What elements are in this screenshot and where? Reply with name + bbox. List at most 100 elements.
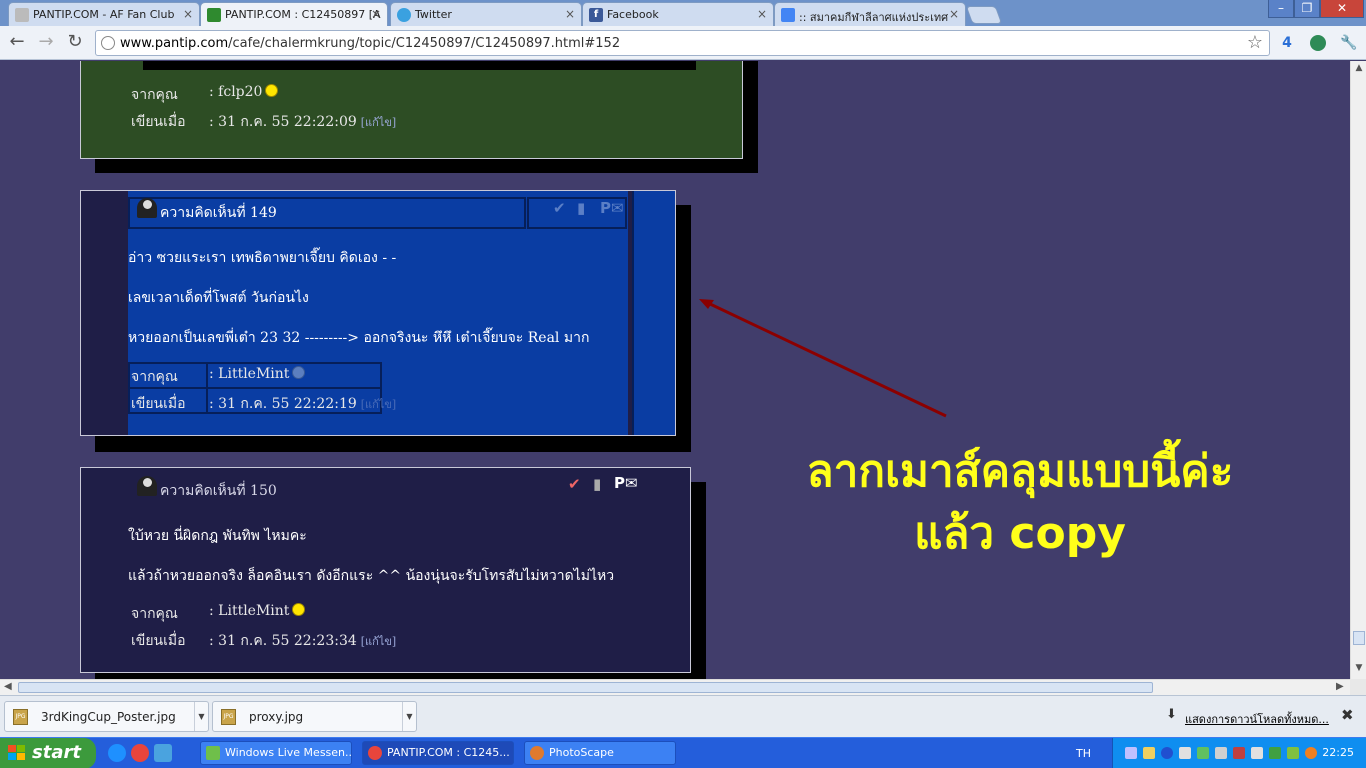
address-bar[interactable]: www.pantip.com/cafe/chalermkrung/topic/C… bbox=[95, 30, 1270, 56]
edit-link[interactable]: [แก้ไข] bbox=[361, 398, 396, 411]
bookmark-star-icon[interactable]: ☆ bbox=[1247, 32, 1263, 53]
avatar-icon bbox=[137, 476, 157, 496]
volume-icon[interactable] bbox=[1251, 747, 1263, 759]
close-tab-icon[interactable]: × bbox=[565, 7, 575, 21]
vertical-scrollbar[interactable]: ▲ ▼ bbox=[1350, 61, 1366, 680]
wrench-icon[interactable]: 🔧 bbox=[1338, 32, 1360, 54]
extension-icon[interactable]: 4 bbox=[1276, 32, 1298, 54]
forward-button[interactable]: → bbox=[34, 31, 58, 55]
close-tab-icon[interactable]: × bbox=[949, 7, 959, 21]
language-indicator[interactable]: TH bbox=[1076, 747, 1091, 760]
annotation-arrow bbox=[699, 299, 947, 418]
author-name[interactable]: : fclp20 bbox=[209, 84, 262, 100]
restore-button[interactable]: ❐ bbox=[1294, 0, 1320, 18]
tab-facebook[interactable]: f Facebook × bbox=[582, 2, 774, 26]
tab-twitter[interactable]: Twitter × bbox=[390, 2, 582, 26]
close-window-button[interactable]: ✕ bbox=[1320, 0, 1364, 18]
pantip-cactus-icon bbox=[207, 8, 221, 22]
comment-line: เลขเวลาเด็ดที่โพสต์ วันก่อนไง bbox=[128, 290, 309, 306]
jpg-file-icon: JPG bbox=[13, 709, 28, 725]
from-label: จากคุณ bbox=[131, 87, 178, 103]
trash-icon[interactable]: ▮ bbox=[577, 199, 585, 217]
tab-strip: PANTIP.COM - AF Fan Club × PANTIP.COM : … bbox=[0, 0, 1366, 26]
scroll-down-icon[interactable]: ▼ bbox=[1353, 663, 1365, 677]
back-button[interactable]: ← bbox=[5, 31, 29, 55]
google-icon bbox=[781, 8, 795, 22]
written-value: : 31 ก.ค. 55 22:22:09 [แก้ไข] bbox=[209, 111, 396, 133]
post-header-bar bbox=[143, 61, 696, 70]
start-button[interactable]: start bbox=[0, 738, 96, 768]
scroll-left-icon[interactable]: ◀ bbox=[4, 681, 12, 692]
close-tab-icon[interactable]: × bbox=[183, 7, 193, 21]
tab-dance-association[interactable]: :: สมาคมกีฬาลีลาศแห่งประเทศ × bbox=[774, 2, 966, 26]
close-tab-icon[interactable]: × bbox=[757, 7, 767, 21]
close-download-shelf-button[interactable]: ✖ bbox=[1341, 706, 1354, 724]
private-message-icon[interactable]: P✉ bbox=[600, 199, 624, 217]
download-item[interactable]: JPG proxy.jpg ▼ bbox=[212, 701, 417, 732]
task-windows-live-messenger[interactable]: Windows Live Messen... bbox=[200, 741, 352, 765]
tray-icon[interactable] bbox=[1125, 747, 1137, 759]
chevron-down-icon[interactable]: ▼ bbox=[402, 702, 416, 731]
tab-title: :: สมาคมกีฬาลีลาศแห่งประเทศ bbox=[799, 11, 949, 24]
timestamp: : 31 ก.ค. 55 22:23:34 bbox=[209, 633, 357, 649]
ie-icon[interactable] bbox=[108, 744, 126, 762]
show-all-downloads-link[interactable]: แสดงการดาวน์โหลดทั้งหมด... bbox=[1185, 710, 1329, 728]
reload-button[interactable]: ↻ bbox=[63, 31, 87, 55]
post-meta: จากคุณ : LittleMint เขียนเมื่อ : 31 ก.ค.… bbox=[131, 366, 396, 416]
bluetooth-icon[interactable] bbox=[1161, 747, 1173, 759]
comment-line: แล้วถ้าหวยออกจริง ล็อคอินเรา ดังอีกแระ ^… bbox=[128, 568, 615, 584]
author-name[interactable]: : LittleMint bbox=[209, 603, 289, 619]
scroll-right-icon[interactable]: ▶ bbox=[1336, 681, 1344, 692]
chevron-down-icon[interactable]: ▼ bbox=[194, 702, 208, 731]
smiley-icon bbox=[292, 603, 306, 616]
checkmark-icon[interactable]: ✔ bbox=[568, 475, 581, 493]
tab-title: Twitter bbox=[415, 8, 452, 21]
comment-title: ความคิดเห็นที่ 149 bbox=[160, 205, 277, 221]
tab-title: Facebook bbox=[607, 8, 659, 21]
tray-icon[interactable] bbox=[1143, 747, 1155, 759]
download-filename: proxy.jpg bbox=[249, 710, 304, 724]
scroll-thumb[interactable] bbox=[1353, 631, 1365, 645]
tab-af-fan-club[interactable]: PANTIP.COM - AF Fan Club × bbox=[8, 2, 200, 26]
checkmark-icon[interactable]: ✔ bbox=[553, 199, 566, 217]
tray-icon[interactable] bbox=[1179, 747, 1191, 759]
horizontal-scrollbar[interactable]: ◀ ▶ bbox=[0, 679, 1350, 695]
chrome-icon[interactable] bbox=[131, 744, 149, 762]
minimize-button[interactable]: – bbox=[1268, 0, 1294, 18]
tray-icon[interactable] bbox=[1215, 747, 1227, 759]
browser-toolbar: ← → ↻ www.pantip.com/cafe/chalermkrung/t… bbox=[0, 26, 1366, 60]
url-path: /cafe/chalermkrung/topic/C12450897/C1245… bbox=[228, 36, 621, 51]
media-icon[interactable] bbox=[154, 744, 172, 762]
globe-icon[interactable] bbox=[1307, 32, 1329, 54]
windows-flag-icon bbox=[8, 745, 25, 760]
edit-link[interactable]: [แก้ไข] bbox=[361, 116, 396, 129]
close-tab-icon[interactable]: × bbox=[371, 7, 381, 21]
task-pantip-chrome[interactable]: PANTIP.COM : C1245... bbox=[362, 741, 514, 765]
written-label: เขียนเมื่อ bbox=[131, 633, 186, 649]
task-photoscape[interactable]: PhotoScape bbox=[524, 741, 676, 765]
address-url: www.pantip.com/cafe/chalermkrung/topic/C… bbox=[120, 36, 620, 51]
scroll-up-icon[interactable]: ▲ bbox=[1353, 63, 1365, 77]
edit-link[interactable]: [แก้ไข] bbox=[361, 635, 396, 648]
annotation-line: ลากเมาส์คลุมแบบนี้ค่ะ bbox=[806, 446, 1234, 497]
tray-icon[interactable] bbox=[1305, 747, 1317, 759]
download-item[interactable]: JPG 3rdKingCup_Poster.jpg ▼ bbox=[4, 701, 209, 732]
tray-icon[interactable] bbox=[1197, 747, 1209, 759]
trash-icon[interactable]: ▮ bbox=[593, 475, 601, 493]
network-icon[interactable] bbox=[1287, 747, 1299, 759]
page-viewport: จากคุณ : fclp20 เขียนเมื่อ : 31 ก.ค. 55 … bbox=[0, 61, 1350, 680]
tray-icon[interactable] bbox=[1269, 747, 1281, 759]
scroll-thumb[interactable] bbox=[18, 682, 1153, 693]
tab-pantip-topic[interactable]: PANTIP.COM : C12450897 [A × bbox=[200, 2, 388, 26]
written-value: : 31 ก.ค. 55 22:23:34 [แก้ไข] bbox=[209, 630, 396, 652]
tray-icon[interactable] bbox=[1233, 747, 1245, 759]
author-name[interactable]: : LittleMint bbox=[209, 366, 289, 382]
page-icon bbox=[101, 36, 115, 50]
private-message-icon[interactable]: P✉ bbox=[614, 474, 638, 492]
new-tab-button[interactable] bbox=[965, 6, 1003, 24]
written-label: เขียนเมื่อ bbox=[131, 114, 186, 130]
smiley-icon bbox=[265, 84, 279, 97]
jpg-file-icon: JPG bbox=[221, 709, 236, 725]
twitter-icon bbox=[397, 8, 411, 22]
clock[interactable]: 22:25 bbox=[1322, 746, 1354, 759]
